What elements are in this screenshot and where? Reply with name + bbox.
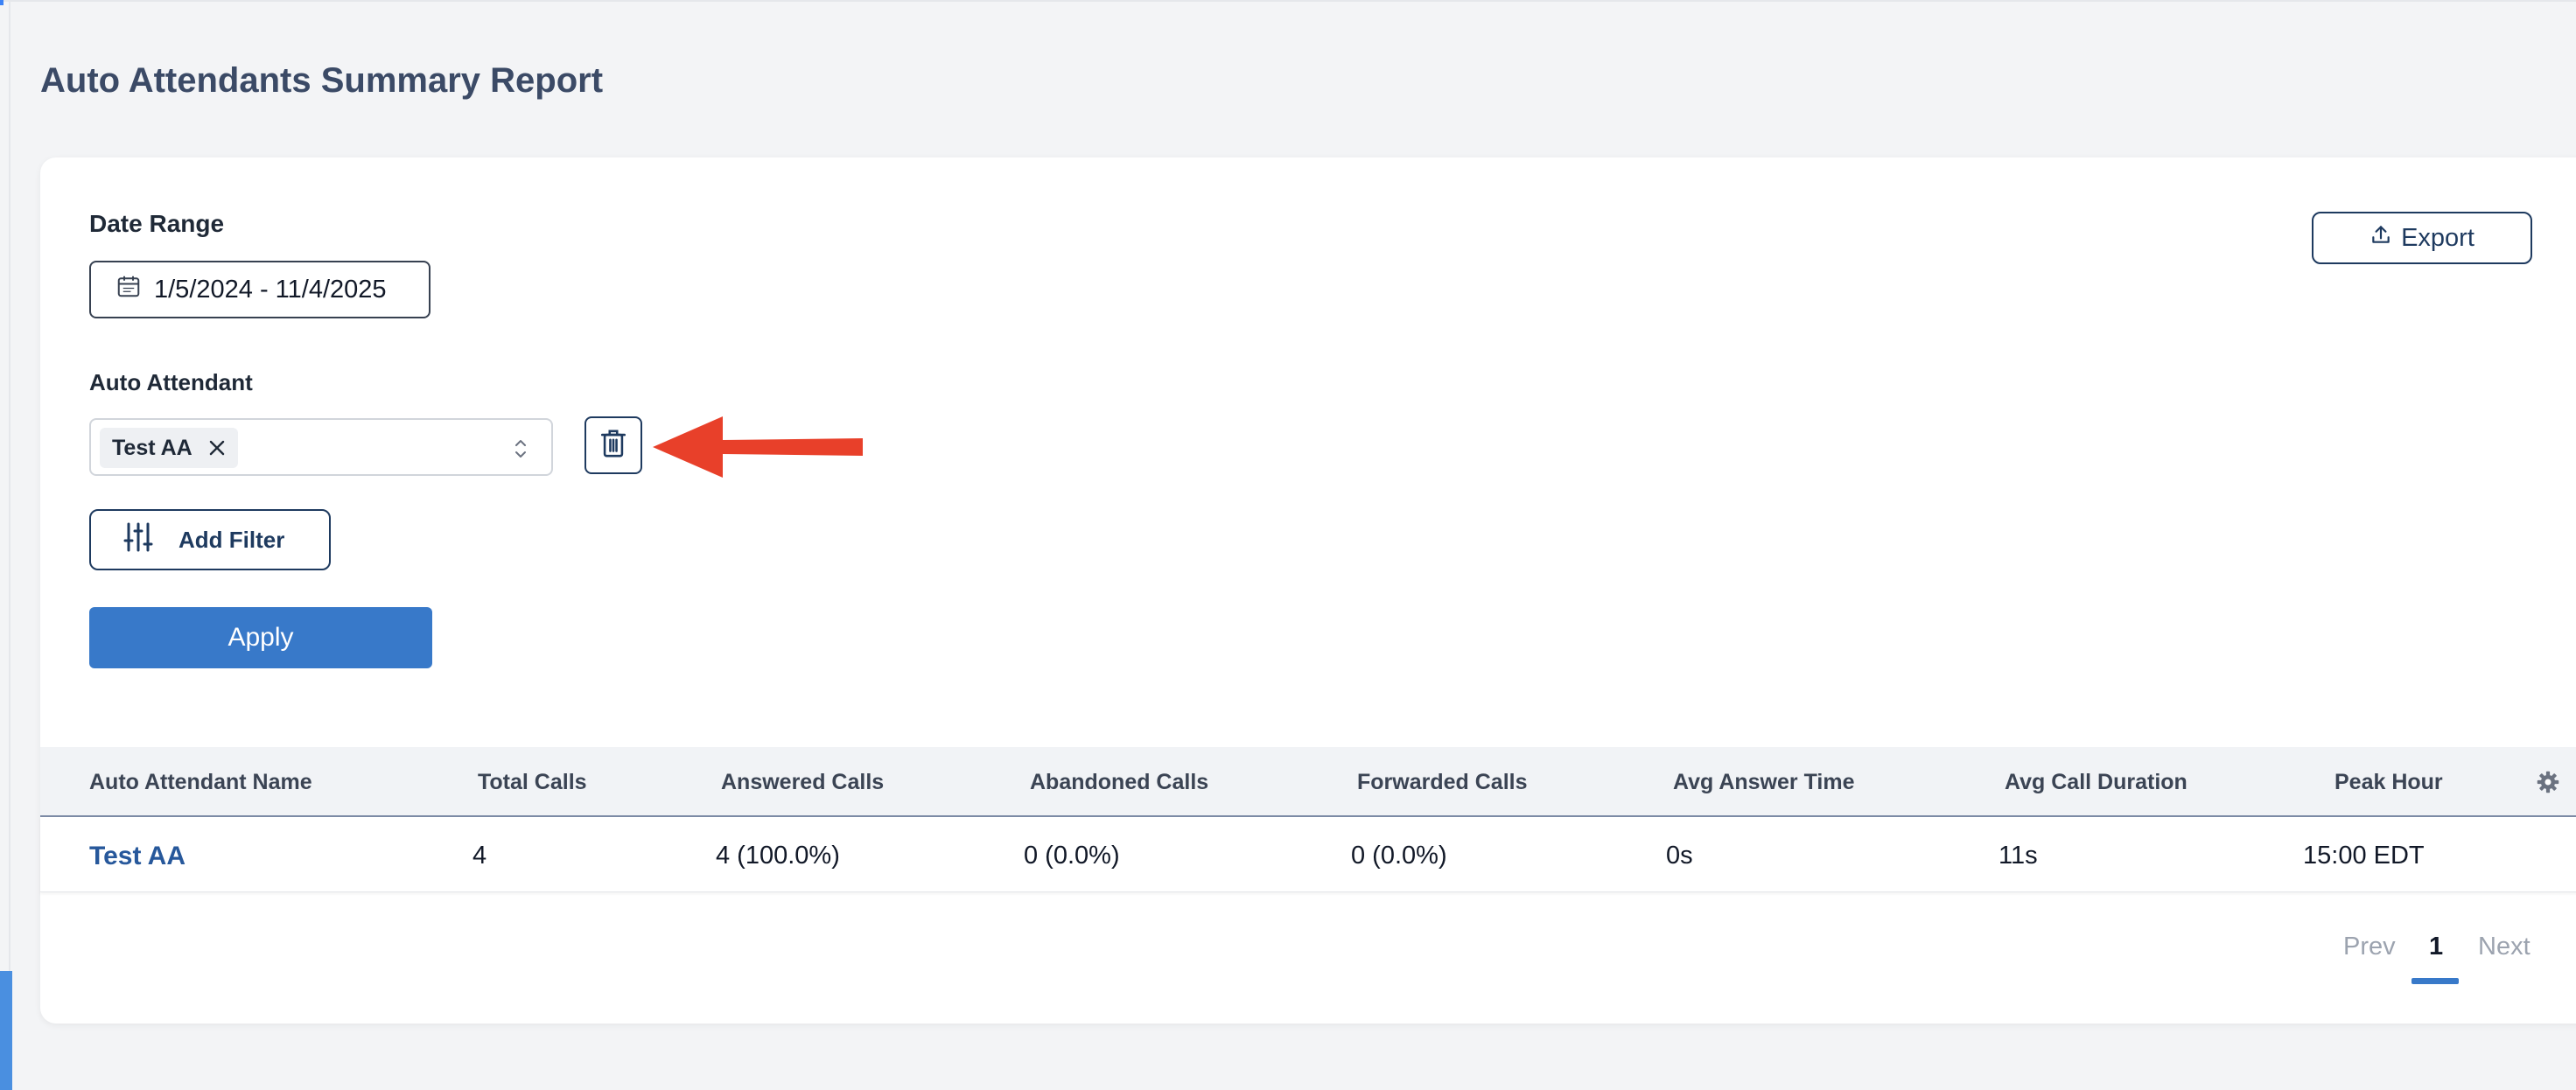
col-header-avg-call-duration[interactable]: Avg Call Duration	[2005, 770, 2188, 795]
col-header-forwarded-calls[interactable]: Forwarded Calls	[1357, 770, 1528, 795]
cell-forwarded-calls: 0 (0.0%)	[1351, 842, 1447, 870]
gear-icon[interactable]	[2536, 770, 2560, 794]
table-row[interactable]: Test AA 4 4 (100.0%) 0 (0.0%) 0 (0.0%) 0…	[40, 817, 2576, 892]
auto-attendant-select[interactable]: Test AA	[89, 418, 553, 476]
delete-filter-button[interactable]	[584, 416, 642, 474]
cell-peak-hour: 15:00 EDT	[2303, 842, 2425, 870]
col-header-abandoned-calls[interactable]: Abandoned Calls	[1030, 770, 1208, 795]
left-edge-indicator	[0, 0, 4, 5]
add-filter-button[interactable]: Add Filter	[89, 509, 331, 570]
pagination-next[interactable]: Next	[2478, 933, 2530, 961]
calendar-icon	[116, 273, 142, 306]
left-edge-divider	[9, 0, 10, 1090]
pagination-active-indicator	[2412, 978, 2459, 984]
cell-answered-calls: 4 (100.0%)	[716, 842, 840, 870]
cell-abandoned-calls: 0 (0.0%)	[1024, 842, 1120, 870]
col-header-total-calls[interactable]: Total Calls	[478, 770, 587, 795]
col-header-answered-calls[interactable]: Answered Calls	[721, 770, 884, 795]
date-range-value: 1/5/2024 - 11/4/2025	[154, 275, 387, 304]
cell-total-calls: 4	[472, 842, 487, 870]
sliders-icon	[122, 521, 154, 559]
arrow-left-icon	[653, 408, 863, 486]
page-title: Auto Attendants Summary Report	[40, 61, 604, 100]
close-icon[interactable]	[206, 437, 228, 458]
cell-avg-answer-time: 0s	[1666, 842, 1693, 870]
cell-avg-call-duration: 11s	[1998, 842, 2038, 870]
date-range-picker[interactable]: 1/5/2024 - 11/4/2025	[89, 261, 430, 318]
col-header-avg-answer-time[interactable]: Avg Answer Time	[1673, 770, 1854, 795]
auto-attendant-label: Auto Attendant	[89, 369, 253, 395]
chip-label: Test AA	[112, 435, 192, 460]
col-header-auto-attendant-name[interactable]: Auto Attendant Name	[89, 770, 312, 795]
apply-button[interactable]: Apply	[89, 607, 432, 668]
report-card: Date Range 1/5/2024 - 11/4/2025 Export A…	[40, 157, 2576, 1024]
top-border	[0, 0, 2576, 2]
date-range-label: Date Range	[89, 210, 225, 237]
trash-icon	[598, 427, 628, 465]
selected-chip: Test AA	[100, 428, 238, 468]
cell-auto-attendant-name[interactable]: Test AA	[89, 842, 186, 871]
col-header-peak-hour[interactable]: Peak Hour	[2334, 770, 2443, 795]
pagination-prev[interactable]: Prev	[2343, 933, 2396, 961]
report-table: Auto Attendant Name Total Calls Answered…	[40, 747, 2576, 892]
add-filter-label: Add Filter	[178, 526, 285, 553]
table-header: Auto Attendant Name Total Calls Answered…	[40, 747, 2576, 817]
chevron-updown-icon	[511, 436, 530, 462]
export-button[interactable]: Export	[2312, 212, 2532, 264]
export-label: Export	[2401, 223, 2474, 252]
upload-icon	[2370, 223, 2392, 253]
pagination-current-page[interactable]: 1	[2429, 933, 2443, 961]
left-edge-scroll-indicator[interactable]	[0, 971, 12, 1090]
